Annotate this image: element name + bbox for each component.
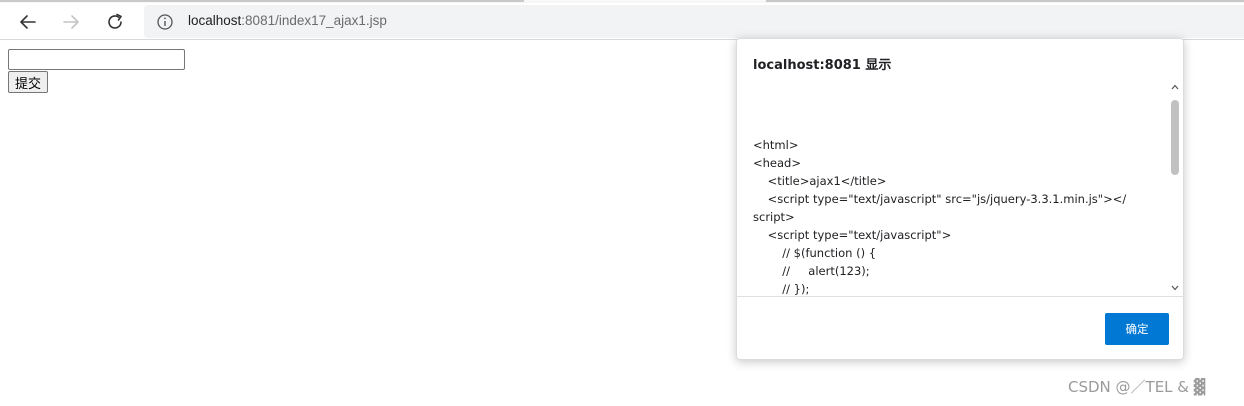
scroll-up-button[interactable]: [1170, 82, 1180, 92]
forward-arrow-icon: [63, 15, 79, 29]
text-input[interactable]: [8, 49, 185, 70]
url-host: localhost: [188, 13, 242, 28]
alert-dialog: localhost:8081 显示 <html> <head> <title>a…: [736, 38, 1184, 360]
browser-toolbar: localhost:8081/index17_ajax1.jsp: [0, 3, 1244, 40]
back-arrow-icon: [20, 15, 36, 29]
url-path: :8081/index17_ajax1.jsp: [241, 13, 387, 28]
dialog-message-area[interactable]: <html> <head> <title>ajax1</title> <scri…: [753, 81, 1183, 296]
dialog-message: <html> <head> <title>ajax1</title> <scri…: [753, 138, 1127, 296]
forward-button[interactable]: [56, 7, 86, 37]
scroll-down-button[interactable]: [1170, 283, 1180, 293]
tab-right[interactable]: [766, 0, 1244, 2]
scroll-thumb[interactable]: [1171, 100, 1179, 175]
submit-button[interactable]: 提交: [8, 71, 49, 93]
back-button[interactable]: [13, 7, 43, 37]
dialog-divider: [737, 296, 1183, 297]
watermark: CSDN @／TEL⁨ & ▓: [1068, 378, 1206, 396]
reload-icon: [108, 13, 122, 29]
reload-button[interactable]: [100, 7, 130, 37]
url-text[interactable]: localhost:8081/index17_ajax1.jsp: [188, 13, 387, 28]
ok-button[interactable]: 确定: [1105, 313, 1169, 345]
dialog-scrollbar[interactable]: [1168, 80, 1182, 295]
scroll-up-icon: [1171, 84, 1179, 90]
tab-left[interactable]: [0, 0, 524, 2]
scroll-down-icon: [1171, 285, 1179, 291]
address-bar[interactable]: localhost:8081/index17_ajax1.jsp: [144, 5, 1244, 38]
dialog-title: localhost:8081 显示: [753, 58, 892, 73]
info-icon[interactable]: [156, 13, 174, 31]
